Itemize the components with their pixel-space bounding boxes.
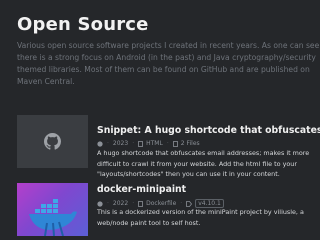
project-year: 2023 — [112, 140, 129, 147]
github-icon — [44, 133, 61, 150]
code-file-icon — [138, 200, 144, 207]
project-title-link[interactable]: Snippet: A hugo shortcode that obfuscate… — [97, 125, 320, 136]
page-title: Open Source — [17, 14, 149, 35]
github-icon — [97, 200, 103, 207]
project-language: Dockerfile — [146, 200, 177, 207]
tag-icon — [186, 200, 193, 207]
project-files: 2 Files — [180, 140, 200, 147]
project-thumbnail[interactable] — [17, 183, 88, 236]
code-file-icon — [138, 140, 144, 147]
separator: · — [132, 140, 135, 147]
project-year: 2022 — [112, 200, 129, 207]
github-icon — [97, 140, 103, 147]
files-icon — [172, 140, 178, 147]
project-thumbnail[interactable] — [17, 115, 88, 168]
project-language: HTML — [146, 140, 163, 147]
open-source-page: Open Source Various open source software… — [0, 0, 320, 240]
project-description: This is a dockerized version of the mini… — [97, 208, 304, 227]
project-meta: · 2023 · HTML · 2 Files — [97, 140, 200, 147]
project-title-link[interactable]: docker-minipaint — [97, 184, 186, 195]
page-intro: Various open source software projects I … — [17, 41, 320, 86]
separator: · — [180, 200, 183, 207]
separator: · — [107, 200, 109, 207]
docker-icon — [29, 199, 77, 236]
project-description: A hugo shortcode that obfuscates email a… — [97, 149, 310, 178]
separator: · — [107, 140, 109, 147]
separator: · — [166, 140, 169, 147]
separator: · — [132, 200, 135, 207]
